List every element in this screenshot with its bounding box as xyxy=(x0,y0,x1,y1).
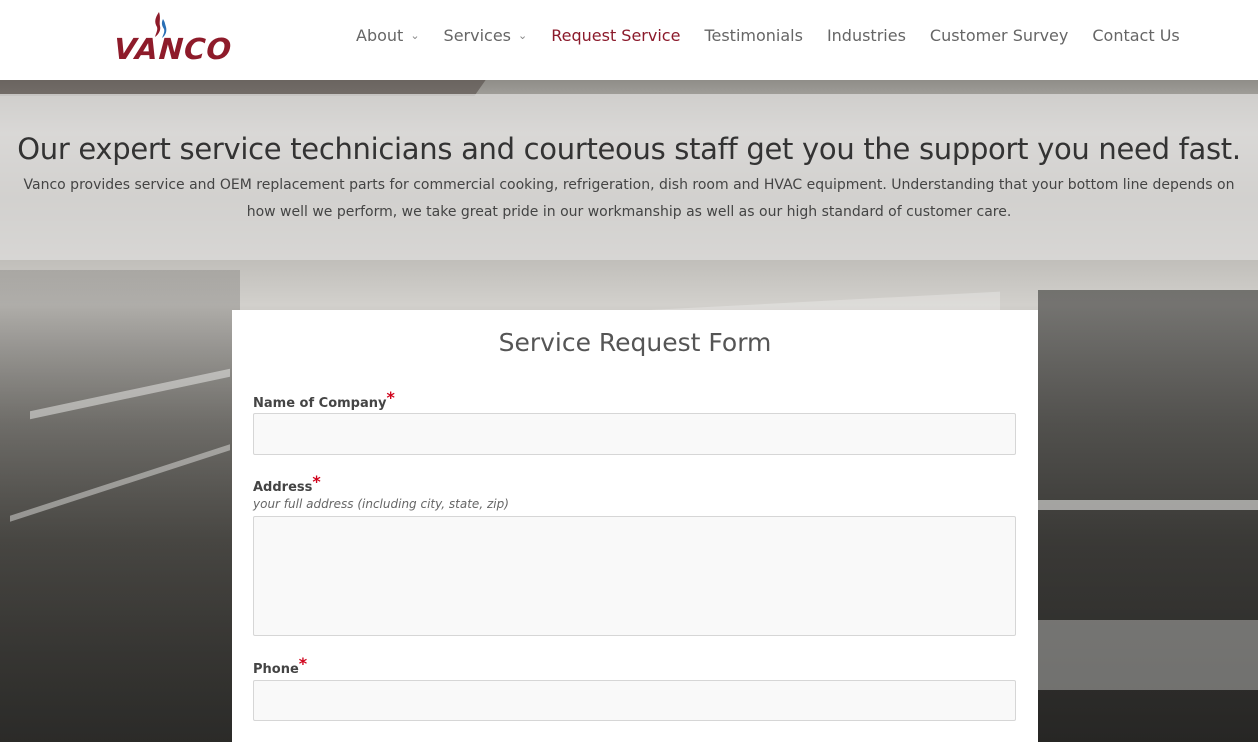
nav-item-testimonials[interactable]: Testimonials xyxy=(704,26,803,45)
company-name-input[interactable] xyxy=(253,413,1016,455)
hero-band: Our expert service technicians and court… xyxy=(0,94,1258,260)
nav-item-label: Customer Survey xyxy=(929,26,1069,45)
nav-item-label: About xyxy=(356,26,404,45)
service-request-form: Service Request Form Name of Company* Ad… xyxy=(232,310,1038,742)
address-hint: your full address (including city, state… xyxy=(253,497,509,511)
field-label-text: Name of Company xyxy=(253,396,387,411)
nav-item-services[interactable]: Services ⌄ xyxy=(444,26,528,45)
site-header: VANCO About ⌄ Services ⌄ Request Service… xyxy=(0,0,1258,80)
phone-input[interactable] xyxy=(253,680,1016,721)
nav-item-customer-survey[interactable]: Customer Survey xyxy=(930,26,1068,45)
logo-wordmark: VANCO xyxy=(112,32,234,66)
nav-item-label: Request Service xyxy=(551,26,681,45)
chevron-down-icon: ⌄ xyxy=(518,29,528,42)
field-label-text: Phone xyxy=(253,662,299,677)
nav-item-label: Services xyxy=(443,26,511,45)
form-title: Service Request Form xyxy=(498,328,772,357)
nav-item-about[interactable]: About ⌄ xyxy=(356,26,420,45)
address-textarea[interactable] xyxy=(253,516,1016,636)
field-label-text: Address xyxy=(253,480,313,495)
required-marker: * xyxy=(386,388,395,407)
phone-label: Phone* xyxy=(253,654,307,677)
nav-item-industries[interactable]: Industries xyxy=(827,26,906,45)
main-nav: About ⌄ Services ⌄ Request Service Testi… xyxy=(356,26,1180,45)
required-marker: * xyxy=(298,654,308,673)
nav-item-label: Testimonials xyxy=(704,26,803,45)
nav-item-label: Industries xyxy=(826,26,906,45)
hero-description: Vanco provides service and OEM replaceme… xyxy=(23,177,1235,220)
nav-item-request-service[interactable]: Request Service xyxy=(551,26,680,45)
address-label: Address* xyxy=(253,472,321,495)
nav-item-label: Contact Us xyxy=(1092,26,1180,45)
hero-headline: Our expert service technicians and court… xyxy=(17,132,1241,166)
chevron-down-icon: ⌄ xyxy=(410,29,420,42)
company-name-label: Name of Company* xyxy=(253,388,395,411)
vanco-logo[interactable]: VANCO xyxy=(112,10,248,66)
nav-item-contact-us[interactable]: Contact Us xyxy=(1092,26,1179,45)
required-marker: * xyxy=(312,472,321,491)
